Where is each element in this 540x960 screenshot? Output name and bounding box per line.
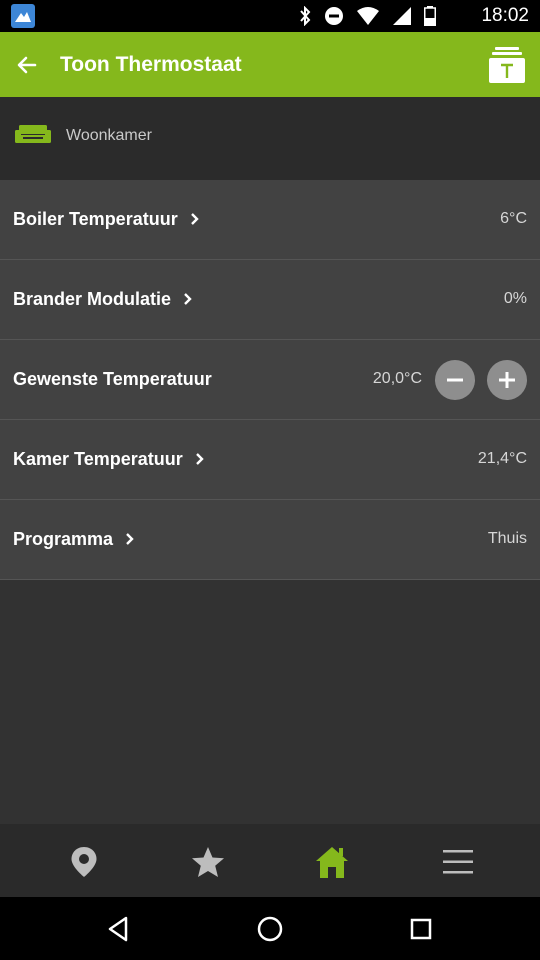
row-value: 0% bbox=[503, 290, 527, 307]
row-value: 21,4°C bbox=[477, 450, 527, 467]
app-notification-icon bbox=[11, 4, 35, 28]
row-value: Thuis bbox=[487, 530, 527, 547]
row-value: 6°C bbox=[500, 210, 527, 227]
app-bar: Toon Thermostaat bbox=[0, 32, 540, 97]
sofa-icon bbox=[15, 125, 51, 145]
system-navigation-bar bbox=[0, 897, 540, 960]
row-label: Kamer Temperatuur bbox=[13, 449, 183, 469]
row-label: Brander Modulatie bbox=[13, 289, 172, 309]
minus-icon bbox=[447, 378, 463, 382]
signal-icon bbox=[393, 7, 411, 25]
do-not-disturb-icon bbox=[325, 7, 343, 25]
location-pin-icon[interactable] bbox=[66, 844, 102, 880]
chevron-right-icon bbox=[184, 293, 192, 305]
row-label: Programma bbox=[13, 529, 114, 549]
home-icon[interactable] bbox=[314, 844, 350, 880]
bluetooth-icon bbox=[300, 6, 311, 26]
plus-icon bbox=[499, 372, 515, 388]
toon-device-button[interactable] bbox=[488, 46, 526, 84]
recents-icon[interactable] bbox=[406, 914, 436, 944]
setpoint-value: 20,0°C bbox=[372, 370, 422, 387]
menu-icon[interactable] bbox=[440, 844, 476, 880]
page-title: Toon Thermostaat bbox=[60, 53, 242, 76]
row-gewenste-temperatuur: Gewenste Temperatuur 20,0°C bbox=[0, 340, 540, 420]
decrease-temperature-button[interactable] bbox=[435, 360, 475, 400]
wifi-icon bbox=[357, 7, 379, 25]
row-boiler-temperatuur[interactable]: Boiler Temperatuur 6°C bbox=[0, 180, 540, 260]
battery-icon bbox=[424, 6, 436, 26]
row-label: Gewenste Temperatuur bbox=[13, 369, 212, 389]
room-name: Woonkamer bbox=[66, 127, 152, 144]
back-arrow-icon[interactable] bbox=[14, 52, 40, 78]
bottom-navigation bbox=[0, 824, 540, 897]
row-label: Boiler Temperatuur bbox=[13, 209, 178, 229]
chevron-right-icon bbox=[190, 213, 199, 225]
row-label-container: Brander Modulatie bbox=[13, 287, 193, 311]
row-brander-modulatie[interactable]: Brander Modulatie 0% bbox=[0, 260, 540, 340]
row-label-container: Gewenste Temperatuur bbox=[13, 367, 212, 391]
increase-temperature-button[interactable] bbox=[487, 360, 527, 400]
back-icon[interactable] bbox=[104, 914, 134, 944]
row-programma[interactable]: Programma Thuis bbox=[0, 500, 540, 580]
status-bar: 18:02 bbox=[0, 0, 540, 32]
row-label-container: Kamer Temperatuur bbox=[13, 447, 205, 471]
room-header: Woonkamer bbox=[0, 97, 540, 180]
chevron-right-icon bbox=[195, 453, 204, 465]
empty-area bbox=[0, 580, 540, 824]
thermostat-list: Boiler Temperatuur 6°C Brander Modulatie… bbox=[0, 180, 540, 580]
status-icons bbox=[298, 5, 436, 27]
row-kamer-temperatuur[interactable]: Kamer Temperatuur 21,4°C bbox=[0, 420, 540, 500]
chevron-right-icon bbox=[126, 533, 134, 545]
row-label-container: Boiler Temperatuur bbox=[13, 207, 200, 231]
home-circle-icon[interactable] bbox=[255, 914, 285, 944]
clock: 18:02 bbox=[481, 5, 529, 26]
star-icon[interactable] bbox=[190, 844, 226, 880]
row-label-container: Programma bbox=[13, 527, 135, 551]
